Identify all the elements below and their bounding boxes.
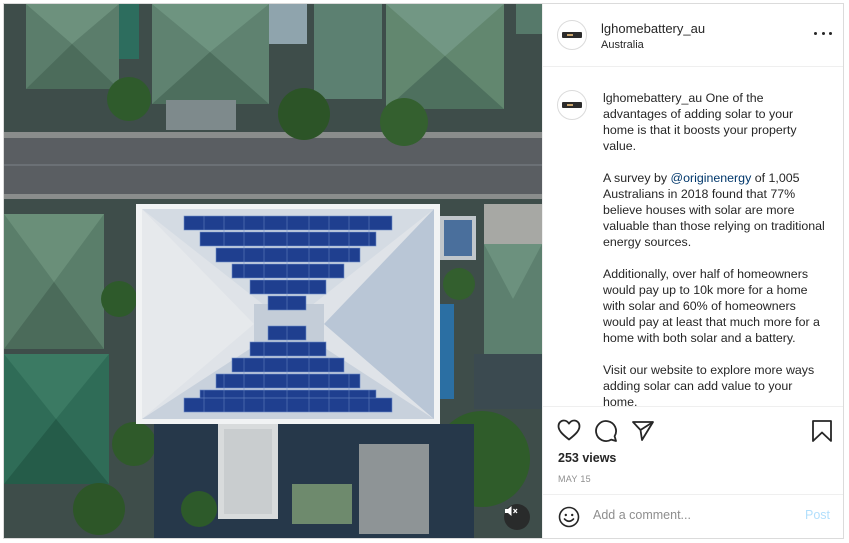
post-video[interactable] bbox=[4, 4, 542, 538]
view-count[interactable]: 253 views bbox=[558, 451, 616, 465]
avatar[interactable] bbox=[557, 20, 587, 50]
post-comment-button[interactable]: Post bbox=[805, 508, 830, 522]
aerial-house-image bbox=[4, 4, 542, 538]
comment-box: Add a comment... Post bbox=[543, 494, 843, 538]
post-frame: lghomebattery_au Australia lghomebattery… bbox=[3, 3, 844, 539]
emoji-button[interactable] bbox=[558, 506, 580, 533]
header-username[interactable]: lghomebattery_au bbox=[601, 21, 705, 36]
share-button[interactable] bbox=[631, 419, 655, 448]
mention-link[interactable]: @originenergy bbox=[671, 171, 752, 185]
heart-icon bbox=[557, 419, 581, 441]
caption-username[interactable]: lghomebattery_au bbox=[603, 91, 702, 105]
save-button[interactable] bbox=[811, 419, 833, 448]
caption-paragraph-4: Visit our website to explore more ways a… bbox=[603, 363, 815, 406]
comment-bubble-icon bbox=[595, 420, 617, 442]
post-actions: 253 views MAY 15 bbox=[543, 406, 843, 495]
caption-avatar[interactable] bbox=[557, 90, 587, 120]
paper-plane-icon bbox=[632, 421, 654, 441]
caption-section: lghomebattery_au One of the advantages o… bbox=[543, 66, 843, 406]
post-side-panel: lghomebattery_au Australia lghomebattery… bbox=[542, 4, 843, 538]
smiley-icon bbox=[558, 506, 580, 528]
like-button[interactable] bbox=[557, 419, 581, 446]
mute-button[interactable] bbox=[504, 504, 530, 530]
more-options-icon[interactable] bbox=[814, 28, 832, 38]
header-location[interactable]: Australia bbox=[601, 39, 644, 51]
speaker-muted-icon bbox=[505, 506, 518, 516]
caption-paragraph-2-start: A survey by bbox=[603, 171, 671, 185]
comment-input[interactable]: Add a comment... bbox=[593, 508, 783, 522]
post-header: lghomebattery_au Australia bbox=[543, 4, 843, 67]
caption-paragraph-3: Additionally, over half of homeowners wo… bbox=[603, 267, 820, 345]
caption-text: lghomebattery_au One of the advantages o… bbox=[603, 90, 825, 406]
post-date[interactable]: MAY 15 bbox=[558, 474, 591, 484]
comment-button[interactable] bbox=[594, 419, 618, 448]
bookmark-icon bbox=[812, 420, 832, 442]
